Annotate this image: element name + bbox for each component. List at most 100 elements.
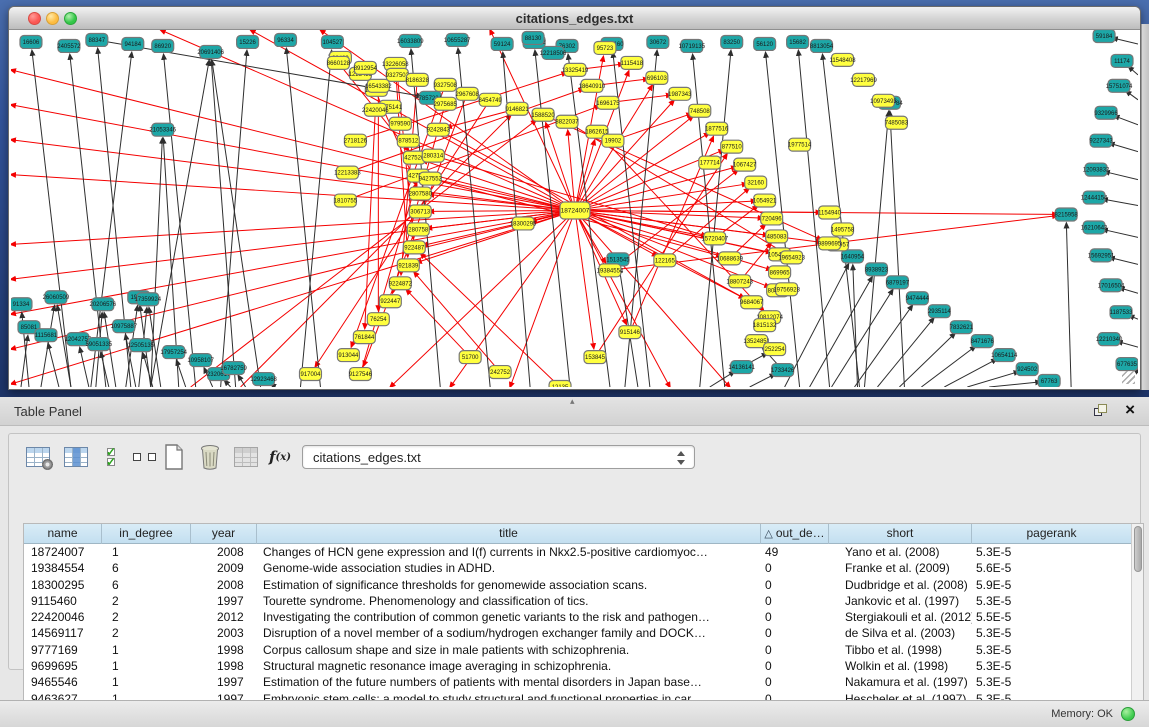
- graph-node[interactable]: 20206576: [90, 298, 117, 311]
- citation-edge-black[interactable]: [48, 344, 59, 387]
- table-row[interactable]: 946554611997Estimation of the future num…: [24, 674, 1132, 690]
- citation-edge-black[interactable]: [211, 61, 235, 387]
- table-row[interactable]: 1830029562008Estimation of significance …: [24, 577, 1132, 593]
- graph-node[interactable]: 104527: [321, 35, 343, 48]
- graph-node[interactable]: 1187533: [1110, 306, 1133, 319]
- graph-node[interactable]: 10688639: [716, 252, 743, 265]
- graph-node[interactable]: 10975887: [111, 320, 138, 333]
- graph-node[interactable]: 16543382: [365, 79, 392, 92]
- row-pair-icon[interactable]: [129, 442, 159, 472]
- graph-node[interactable]: 122165: [654, 254, 676, 267]
- citation-edge-black[interactable]: [57, 306, 70, 387]
- graph-node[interactable]: 720496: [761, 212, 783, 225]
- graph-node[interactable]: 12217969: [850, 73, 877, 86]
- graph-node[interactable]: 748508: [689, 104, 711, 117]
- table-cell[interactable]: 2003: [191, 625, 257, 641]
- graph-node[interactable]: 1154940: [818, 206, 841, 219]
- graph-node[interactable]: 8822037: [555, 115, 579, 128]
- graph-node[interactable]: 94184: [122, 37, 144, 50]
- graph-node[interactable]: 6879197: [886, 276, 910, 289]
- table-row[interactable]: 977716911998Corpus callosum shape and si…: [24, 642, 1132, 658]
- table-cell[interactable]: 6: [102, 560, 191, 576]
- graph-node[interactable]: 8912954: [354, 61, 378, 74]
- table-cell[interactable]: 0: [761, 560, 829, 576]
- table-cell[interactable]: 2: [102, 609, 191, 625]
- graph-node[interactable]: 19384554: [597, 264, 624, 277]
- graph-node[interactable]: 17957254: [160, 346, 187, 359]
- graph-node[interactable]: 86920: [152, 39, 174, 52]
- column-header-title[interactable]: title: [257, 524, 761, 544]
- citation-edge-black[interactable]: [1110, 143, 1138, 151]
- graph-node[interactable]: 9227343: [1089, 134, 1113, 147]
- graph-node[interactable]: 10958107: [187, 354, 214, 367]
- graph-node[interactable]: 252254: [764, 343, 786, 356]
- citation-edge-red[interactable]: [161, 30, 575, 210]
- graph-node[interactable]: 59184: [1093, 30, 1115, 42]
- table-cell[interactable]: 0: [761, 577, 829, 593]
- graph-node[interactable]: 19756928: [773, 283, 800, 296]
- graph-node[interactable]: 1115418: [621, 56, 644, 69]
- graph-node[interactable]: 922447: [379, 295, 401, 308]
- delete-trash-icon[interactable]: [195, 442, 225, 472]
- graph-node[interactable]: 8454749: [479, 93, 503, 106]
- citation-edge-black[interactable]: [221, 51, 247, 387]
- table-cell[interactable]: 5.3E-5: [972, 674, 1132, 690]
- table-cell[interactable]: 5.3E-5: [972, 642, 1132, 658]
- table-cell[interactable]: 18724007: [24, 544, 102, 560]
- column-header-year[interactable]: year: [191, 524, 257, 544]
- table-cell[interactable]: Dudbridge et al. (2008): [829, 577, 972, 593]
- graph-node[interactable]: 761844: [353, 331, 375, 344]
- graph-node[interactable]: 12444154: [1081, 191, 1108, 204]
- graph-node[interactable]: 59051335: [86, 338, 113, 351]
- table-cell[interactable]: 1: [102, 658, 191, 674]
- citation-edge-black[interactable]: [1105, 172, 1138, 180]
- window-resize-grip[interactable]: [1122, 371, 1135, 384]
- citation-edge-red[interactable]: [11, 210, 575, 349]
- citation-edge-black[interactable]: [710, 372, 734, 387]
- citation-edge-red[interactable]: [191, 120, 536, 387]
- citation-edge-red[interactable]: [438, 130, 744, 298]
- network-window-titlebar[interactable]: citations_edges.txt: [9, 7, 1140, 30]
- graph-node[interactable]: 924502: [1016, 363, 1038, 376]
- table-row[interactable]: 969969511998Structural magnetic resonanc…: [24, 658, 1132, 674]
- graph-node[interactable]: 16033809: [397, 34, 424, 47]
- graph-node[interactable]: 88347: [86, 33, 108, 46]
- table-cell[interactable]: de Silva et al. (2003): [829, 625, 972, 641]
- graph-node[interactable]: 8186328: [406, 73, 430, 86]
- citation-edge-black[interactable]: [864, 112, 888, 387]
- graph-node[interactable]: 59124: [491, 37, 513, 50]
- graph-node[interactable]: 1733426: [771, 364, 795, 377]
- citation-edge-black[interactable]: [300, 51, 331, 387]
- table-cell[interactable]: 0: [761, 593, 829, 609]
- graph-node[interactable]: 11548408: [829, 53, 856, 66]
- table-cell[interactable]: Structural magnetic resonance image aver…: [257, 658, 761, 674]
- table-cell[interactable]: Estimation of the future numbers of pati…: [257, 674, 761, 690]
- table-row[interactable]: 2242004622012Investigating the contribut…: [24, 609, 1132, 625]
- column-header-in-degree[interactable]: in_degree: [102, 524, 191, 544]
- graph-node[interactable]: 979590: [389, 117, 411, 130]
- table-cell[interactable]: 1997: [191, 674, 257, 690]
- graph-node[interactable]: 12210340: [1096, 333, 1123, 346]
- citation-edge-red[interactable]: [575, 133, 709, 210]
- graph-node[interactable]: 9427552: [419, 172, 443, 185]
- table-cell[interactable]: 49: [761, 544, 829, 560]
- table-scrollbar-thumb[interactable]: [1134, 526, 1142, 572]
- column-select-icon[interactable]: [61, 442, 91, 472]
- citation-edge-black[interactable]: [700, 51, 731, 387]
- splitter-handle-icon[interactable]: ▴: [570, 396, 575, 407]
- citation-edge-black[interactable]: [989, 382, 1040, 387]
- graph-node[interactable]: 9474444: [906, 292, 930, 305]
- graph-node[interactable]: 14136141: [728, 361, 755, 374]
- graph-node[interactable]: 1977514: [788, 138, 812, 151]
- table-cell[interactable]: Nakamura et al. (1997): [829, 674, 972, 690]
- graph-node[interactable]: 8660128: [327, 56, 351, 69]
- graph-node[interactable]: 17359924: [134, 293, 161, 306]
- citation-edge-black[interactable]: [80, 348, 89, 387]
- table-cell[interactable]: 2: [102, 625, 191, 641]
- graph-node[interactable]: 9127546: [349, 368, 373, 381]
- table-cell[interactable]: Tibbo et al. (1998): [829, 642, 972, 658]
- citation-edge-black[interactable]: [1129, 67, 1138, 75]
- graph-node[interactable]: 1987343: [668, 87, 692, 100]
- graph-node[interactable]: 9329966: [1094, 106, 1118, 119]
- citation-edge-black[interactable]: [890, 112, 905, 387]
